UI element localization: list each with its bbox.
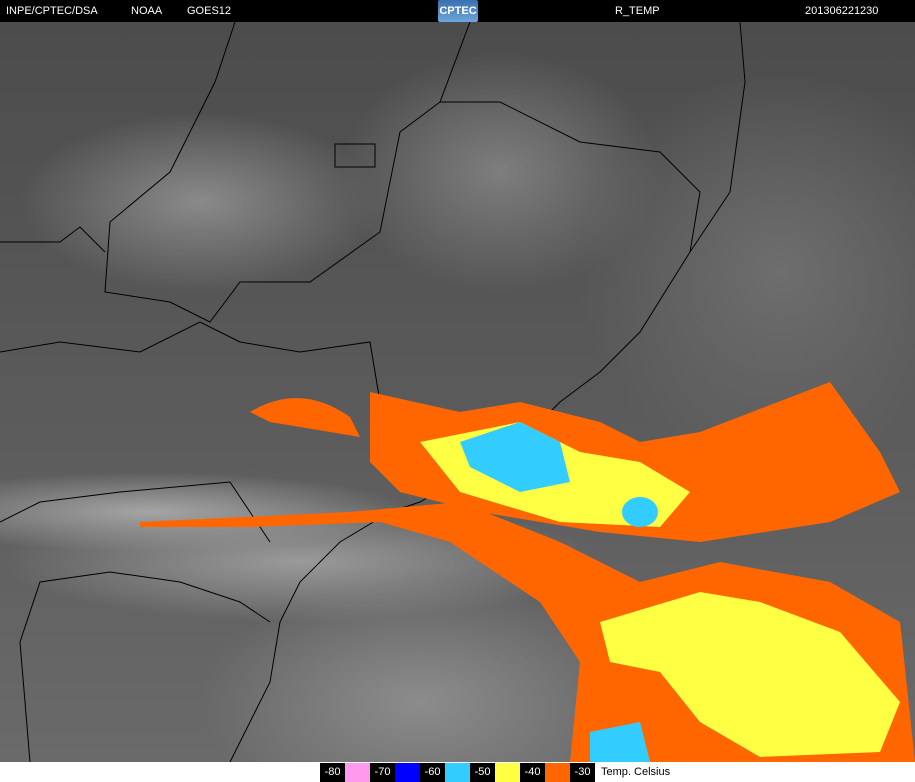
satellite-label: GOES12 bbox=[187, 5, 232, 17]
product-label: R_TEMP bbox=[615, 5, 660, 17]
legend-swatch bbox=[495, 763, 520, 782]
legend-swatch bbox=[345, 763, 370, 782]
datetime-label: 201306221230 bbox=[805, 5, 879, 17]
map-overlay bbox=[0, 22, 915, 762]
legend-swatch bbox=[395, 763, 420, 782]
legend-swatch bbox=[545, 763, 570, 782]
header-bar: INPE/CPTEC/DSA NOAA GOES12 CPTEC R_TEMP … bbox=[0, 0, 915, 22]
cptec-logo: CPTEC bbox=[438, 0, 478, 22]
legend-swatch bbox=[445, 763, 470, 782]
legend-label: -70 bbox=[370, 763, 395, 782]
temperature-legend: -80 -70 -60 -50 -40 -30 Temp. Celsius bbox=[320, 763, 670, 782]
satellite-image bbox=[0, 22, 915, 762]
legend-unit: Temp. Celsius bbox=[601, 766, 671, 778]
cold-cloud-tops bbox=[140, 382, 915, 762]
legend-label: -40 bbox=[520, 763, 545, 782]
legend-label: -60 bbox=[420, 763, 445, 782]
legend-label: -30 bbox=[570, 763, 595, 782]
legend-label: -50 bbox=[470, 763, 495, 782]
legend-label: -80 bbox=[320, 763, 345, 782]
source-label: INPE/CPTEC/DSA bbox=[6, 5, 98, 17]
agency-label: NOAA bbox=[131, 5, 163, 17]
